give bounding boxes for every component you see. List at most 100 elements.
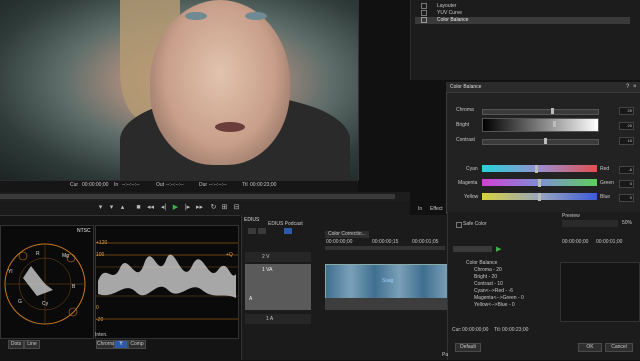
bright-slider[interactable] [482,118,599,132]
dots-button[interactable]: Dots [8,340,24,349]
project-label: EDIUS Podcast [268,221,303,227]
tree-magenta-green[interactable]: Magenta<-->Green - 0 [474,296,524,301]
line-button[interactable]: Line [24,340,40,349]
track-label-1a: 1 A [266,316,274,322]
cyan-label: Cyan [466,166,478,172]
tree-color-balance[interactable]: Color Balance [466,261,497,266]
wave-tick-0: 0 [96,305,99,311]
help-icon[interactable]: ? [626,84,629,90]
cancel-button[interactable]: Cancel [605,343,633,352]
stop-icon[interactable]: ■ [134,204,143,212]
vector-label-g: G [18,299,22,305]
preview-label: Preview [562,213,580,219]
step-forward-icon[interactable]: |▸ [183,204,192,212]
vector-label-b: B [72,284,76,290]
ok-button[interactable]: OK [578,343,602,352]
chroma-slider[interactable] [482,109,599,115]
transport-bar [0,201,410,215]
vector-label-yl: Yl [8,269,13,275]
chroma-thumb[interactable] [550,108,554,114]
tc-cur-label: Cur [70,182,79,188]
contrast-value[interactable]: 10 [619,137,634,145]
mark-out-icon[interactable]: ▴ [118,204,127,212]
chroma-value[interactable]: 20 [619,107,634,115]
tool-icon[interactable] [248,228,256,234]
tc-ttl-label: Ttl [242,182,248,188]
overwrite-icon[interactable]: ⊟ [232,204,241,212]
tc-in-label: In [114,182,119,188]
bright-thumb[interactable] [552,121,556,127]
preview-eye-right [245,12,267,20]
chroma-label: Chroma [456,107,474,113]
layer-checkbox-icon[interactable] [421,10,427,16]
tree-contrast[interactable]: Contrast - 10 [474,282,503,287]
tree-chroma[interactable]: Chroma - 20 [474,268,502,273]
mark-in-icon[interactable]: ▾ [107,204,116,212]
close-icon[interactable]: × [633,84,637,90]
prev-edit-icon[interactable]: ▾ [96,204,105,212]
yellow-blue-thumb[interactable] [538,193,541,201]
tc-in-value: --:--:--:-- [122,182,140,188]
cyan-red-thumb[interactable] [534,165,538,173]
comp-scope-button[interactable]: Comp [128,340,146,349]
tree-yellow-blue[interactable]: Yellow<-->Blue - 0 [474,303,515,308]
tool-icon[interactable] [284,228,292,234]
magenta-green-value[interactable]: 0 [619,180,634,188]
insert-icon[interactable]: ⊞ [220,204,229,212]
tc-dur-value: --:--:--:-- [209,182,227,188]
fast-forward-icon[interactable]: ▸▸ [195,204,204,212]
loop-icon[interactable]: ↻ [209,204,218,212]
vectorscope-graph [4,243,86,325]
effect-tab[interactable]: Effect [430,207,443,212]
yellow-blue-value[interactable]: 0 [619,194,634,202]
layer-row-color-balance[interactable]: Color Balance [415,17,630,24]
y-scope-button[interactable]: Y [114,340,128,349]
rewind-icon[interactable]: ◂◂ [146,204,155,212]
cyan-red-value[interactable]: -6 [619,166,634,174]
preview-scrub-bar[interactable] [0,194,395,199]
safe-color-label: Safe Color [463,221,487,227]
wave-tick-minus20: -20 [96,317,104,323]
red-label: Red [600,166,610,172]
play-preview-icon[interactable]: ▶ [496,246,501,253]
step-back-icon[interactable]: ◂| [159,204,168,212]
chroma-scope-button[interactable]: Chroma [96,340,115,349]
vector-label-r: R [36,251,40,257]
contrast-label: Contrast [456,137,475,143]
layer-checkbox-icon[interactable] [421,3,427,9]
bright-label: Bright [456,122,470,128]
default-button[interactable]: Default [455,343,481,352]
preview-face [150,0,290,165]
layer-row-yuv-curve[interactable]: YUV Curve [415,10,630,17]
tree-bright[interactable]: Bright - 20 [474,275,497,280]
tree-cyan-red[interactable]: Cyan<-->Red - -6 [474,289,513,294]
ntsc-label: NTSC [77,228,91,234]
clip-label: Ssag [382,278,394,284]
keyframe-area[interactable] [560,262,640,322]
cc-cur-label: Cur: [452,327,462,333]
app-label: EDIUS [244,217,260,223]
in-tab[interactable]: In [418,207,422,212]
layer-row-layouter[interactable]: Layouter [415,3,630,10]
layer-checkbox-icon[interactable] [421,17,427,23]
safe-color-checkbox[interactable] [456,222,462,228]
layer-label: Layouter [437,3,457,9]
timeline-ruler-end: 00:00:01;05 [412,239,439,245]
track-header-1a[interactable] [245,314,311,324]
cyan-red-slider[interactable] [482,165,597,172]
timeline-ruler[interactable] [325,246,445,250]
track-header-2v[interactable] [245,252,311,262]
layer-label: YUV Curve [437,10,463,16]
play-icon[interactable]: ▶ [171,204,180,212]
sequence-tab[interactable]: Color Correctio... [325,231,369,238]
tool-icon[interactable] [258,228,266,234]
audio-clip[interactable] [325,298,447,310]
zoom-value[interactable]: 50% [622,221,632,226]
magenta-green-thumb[interactable] [538,179,541,187]
preview-eye-left [185,12,207,20]
node-toolbar [453,246,492,252]
track-header-1va[interactable] [245,264,311,310]
contrast-slider[interactable] [482,139,599,145]
bright-value[interactable]: 20 [619,122,634,130]
contrast-thumb[interactable] [543,138,547,144]
